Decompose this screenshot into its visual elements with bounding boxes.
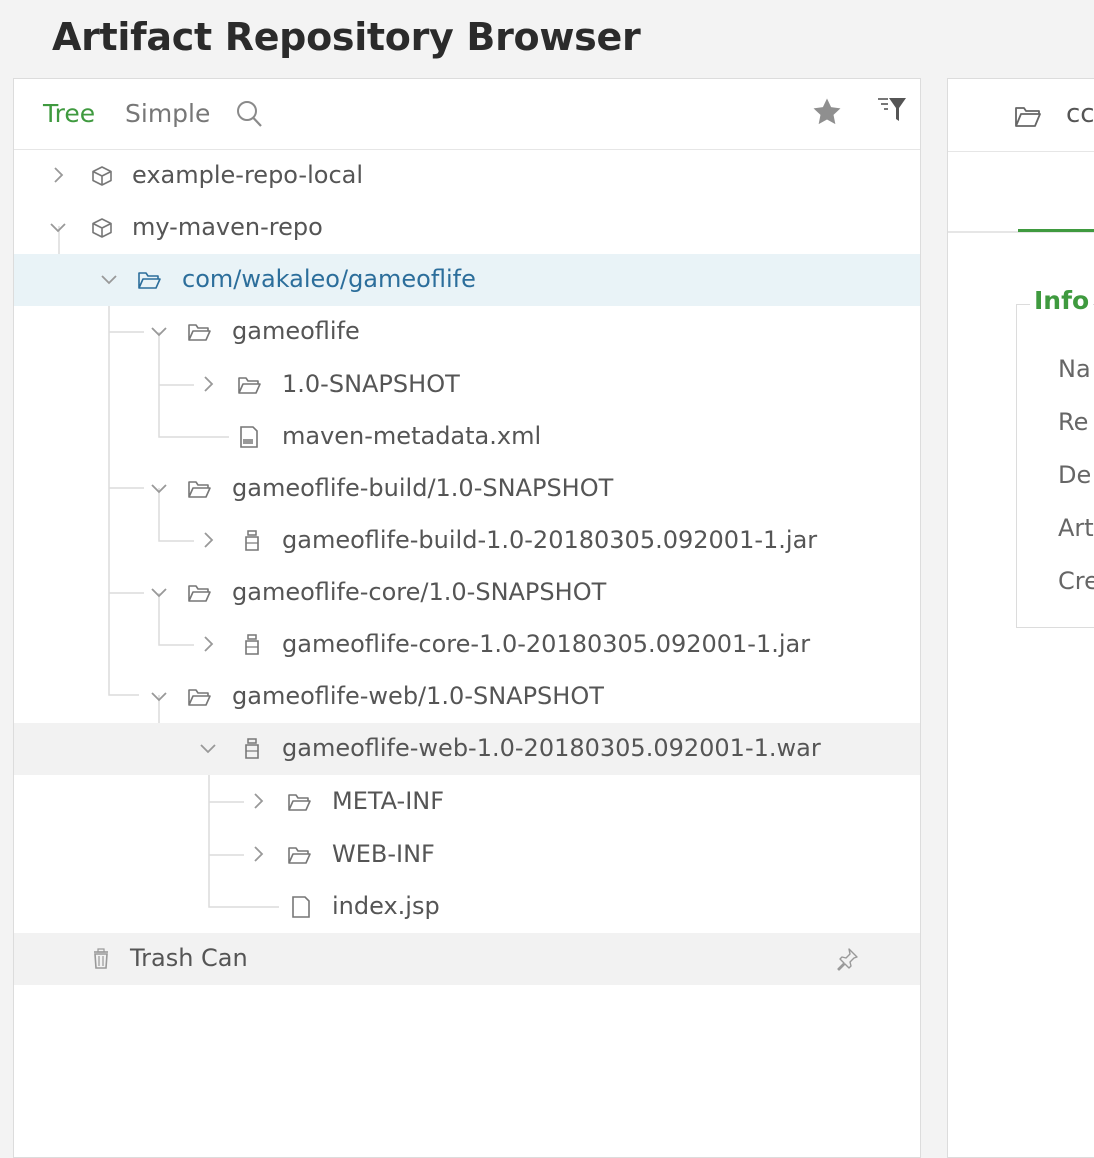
tree-item-label: gameoflife-core-1.0-20180305.092001-1.ja… bbox=[282, 630, 811, 658]
tree-item-meta-inf[interactable]: META-INF bbox=[14, 776, 920, 828]
tree-item-gameoflife-core[interactable]: gameoflife-core/1.0-SNAPSHOT bbox=[14, 567, 920, 619]
folder-icon bbox=[186, 580, 212, 606]
tree-item-gameoflife-web[interactable]: gameoflife-web/1.0-SNAPSHOT bbox=[14, 671, 920, 723]
info-field-deployed: De bbox=[1058, 461, 1092, 489]
tree-item-label: 1.0-SNAPSHOT bbox=[282, 370, 460, 398]
tree-item-label: gameoflife bbox=[232, 317, 360, 345]
folder-icon bbox=[186, 476, 212, 502]
tree-item-my-maven-repo[interactable]: my-maven-repo bbox=[14, 202, 920, 254]
tree-item-gameoflife-core-jar[interactable]: gameoflife-core-1.0-20180305.092001-1.ja… bbox=[14, 619, 920, 671]
tree-item-label: gameoflife-build/1.0-SNAPSHOT bbox=[232, 474, 614, 502]
repo-icon bbox=[89, 163, 115, 189]
tree-item-label: gameoflife-core/1.0-SNAPSHOT bbox=[232, 578, 607, 606]
xml-file-icon bbox=[236, 424, 262, 450]
chevron-right-icon[interactable] bbox=[197, 633, 219, 655]
tree-item-example-repo-local[interactable]: example-repo-local bbox=[14, 150, 920, 202]
details-title: cc bbox=[1066, 99, 1094, 129]
tree-item-maven-metadata-xml[interactable]: maven-metadata.xml bbox=[14, 411, 920, 463]
search-icon[interactable] bbox=[235, 98, 265, 130]
file-icon bbox=[288, 894, 314, 920]
tree-item-label: index.jsp bbox=[332, 892, 440, 920]
tree-toolbar: Tree Simple bbox=[14, 79, 920, 150]
tree-item-label: WEB-INF bbox=[332, 840, 435, 868]
pin-icon[interactable] bbox=[834, 946, 860, 972]
chevron-right-icon[interactable] bbox=[197, 529, 219, 551]
folder-icon bbox=[286, 789, 312, 815]
tree-item-gameoflife-build-jar[interactable]: gameoflife-build-1.0-20180305.092001-1.j… bbox=[14, 515, 920, 567]
chevron-down-icon[interactable] bbox=[47, 216, 69, 238]
tree-item-gameoflife[interactable]: gameoflife bbox=[14, 306, 920, 358]
page-title: Artifact Repository Browser bbox=[52, 15, 641, 59]
chevron-down-icon[interactable] bbox=[197, 737, 219, 759]
tree-item-label: Trash Can bbox=[130, 944, 248, 972]
tree-item-trash-can[interactable]: Trash Can bbox=[14, 933, 920, 985]
star-icon[interactable] bbox=[810, 95, 844, 129]
repo-icon bbox=[89, 215, 115, 241]
chevron-right-icon[interactable] bbox=[247, 843, 269, 865]
trash-icon bbox=[88, 946, 114, 972]
tree-item-label: gameoflife-web/1.0-SNAPSHOT bbox=[232, 682, 604, 710]
info-field-created: Cre bbox=[1058, 567, 1094, 595]
chevron-right-icon[interactable] bbox=[47, 164, 69, 186]
details-active-tab-indicator[interactable] bbox=[1018, 229, 1094, 232]
tree-item-com-wakaleo-gameoflife[interactable]: com/wakaleo/gameoflife bbox=[14, 254, 920, 306]
tree-item-1-0-snapshot[interactable]: 1.0-SNAPSHOT bbox=[14, 359, 920, 411]
info-field-name: Na bbox=[1058, 355, 1091, 383]
tree-item-label: my-maven-repo bbox=[132, 213, 323, 241]
chevron-down-icon[interactable] bbox=[148, 581, 170, 603]
folder-icon bbox=[136, 267, 162, 293]
jar-icon bbox=[240, 528, 266, 554]
tree-item-label: META-INF bbox=[332, 787, 445, 815]
tree-item-gameoflife-web-war[interactable]: gameoflife-web-1.0-20180305.092001-1.war bbox=[14, 723, 920, 775]
tree-item-label: gameoflife-build-1.0-20180305.092001-1.j… bbox=[282, 526, 818, 554]
folder-icon bbox=[236, 372, 262, 398]
tree-item-label: gameoflife-web-1.0-20180305.092001-1.war bbox=[282, 734, 821, 762]
tree-item-index-jsp[interactable]: index.jsp bbox=[14, 881, 920, 933]
jar-icon bbox=[240, 736, 266, 762]
tree-item-gameoflife-build[interactable]: gameoflife-build/1.0-SNAPSHOT bbox=[14, 463, 920, 515]
details-header: cc bbox=[948, 79, 1094, 152]
chevron-down-icon[interactable] bbox=[148, 320, 170, 342]
tab-tree[interactable]: Tree bbox=[43, 99, 95, 129]
folder-icon bbox=[1014, 105, 1042, 129]
tree-item-label: com/wakaleo/gameoflife bbox=[182, 265, 476, 293]
chevron-down-icon[interactable] bbox=[98, 268, 120, 290]
info-title: Info bbox=[1030, 286, 1094, 315]
chevron-down-icon[interactable] bbox=[148, 685, 170, 707]
tree-item-label: example-repo-local bbox=[132, 161, 364, 189]
folder-icon bbox=[286, 842, 312, 868]
chevron-right-icon[interactable] bbox=[197, 373, 219, 395]
tree-item-label: maven-metadata.xml bbox=[282, 422, 542, 450]
info-field-artifact: Art bbox=[1058, 514, 1094, 542]
tab-simple[interactable]: Simple bbox=[125, 99, 210, 129]
details-panel: cc Info Na Re De Art Cre bbox=[947, 78, 1094, 1158]
tree-item-web-inf[interactable]: WEB-INF bbox=[14, 829, 920, 881]
chevron-right-icon[interactable] bbox=[247, 790, 269, 812]
tree-panel: Tree Simple example-repo-local my-maven-… bbox=[13, 78, 921, 1158]
chevron-down-icon[interactable] bbox=[148, 477, 170, 499]
jar-icon bbox=[240, 632, 266, 658]
folder-icon bbox=[186, 684, 212, 710]
filter-icon[interactable] bbox=[874, 93, 908, 127]
folder-icon bbox=[186, 319, 212, 345]
info-field-repository: Re bbox=[1058, 408, 1089, 436]
